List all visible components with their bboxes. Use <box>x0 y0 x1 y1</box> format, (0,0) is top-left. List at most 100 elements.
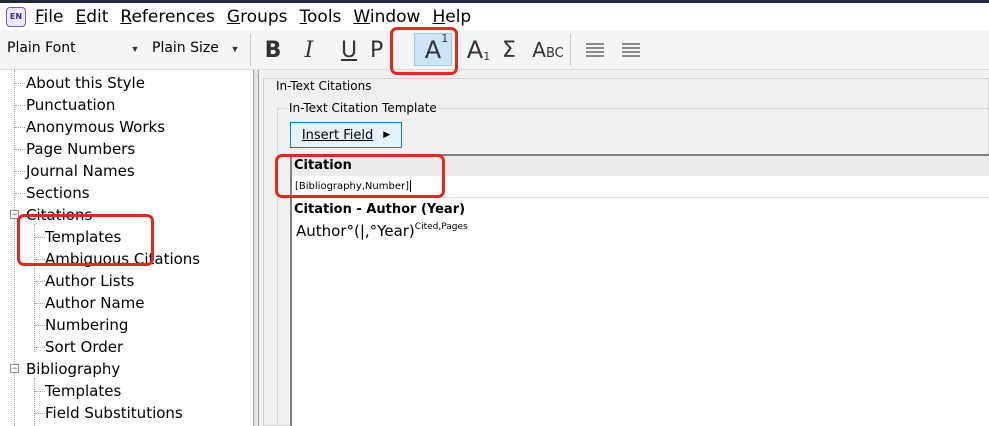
menu-file[interactable]: File <box>34 7 64 27</box>
small-caps-icon-big: A <box>532 38 546 62</box>
tree-item-citations-templates[interactable]: Templates <box>45 227 121 247</box>
insert-field-label: Insert Field <box>301 127 374 143</box>
citation-author-year-label: Citation - Author (Year) <box>294 202 466 217</box>
font-select-dropdown-icon[interactable]: ▼ <box>128 42 142 56</box>
menu-window-key: W <box>353 6 370 27</box>
subscript-icon-base: A <box>466 36 484 64</box>
tree-item-journal-names[interactable]: Journal Names <box>26 161 135 181</box>
plain-button[interactable]: P <box>370 35 390 65</box>
superscript-icon: A1 <box>424 32 448 64</box>
tree-line <box>34 378 35 426</box>
menu-window[interactable]: Window <box>352 7 421 27</box>
menu-edit-key: E <box>75 6 87 27</box>
text-caret <box>410 180 412 192</box>
tree-item-bibliography-templates[interactable]: Templates <box>45 381 121 401</box>
italic-button[interactable]: I <box>294 35 324 65</box>
app-icon-text: EN <box>9 12 23 21</box>
tree-item-field-substitutions[interactable]: Field Substitutions <box>45 403 183 423</box>
insert-field-button[interactable]: Insert Field ▶ <box>290 122 402 148</box>
size-select[interactable]: Plain Size <box>152 40 219 60</box>
tree-line <box>15 193 25 194</box>
menu-bar: EN File Edit References Groups Tools Win… <box>0 3 989 30</box>
superscript-icon-mark: 1 <box>441 31 449 45</box>
font-select[interactable]: Plain Font <box>7 40 76 60</box>
small-caps-icon: ABC <box>532 38 563 62</box>
tree-line <box>15 149 25 150</box>
tree-item-about-style[interactable]: About this Style <box>26 73 145 93</box>
menu-groups-key: G <box>226 6 241 27</box>
small-caps-button[interactable]: ABC <box>530 35 566 65</box>
superscript-icon-base: A <box>424 35 442 64</box>
superscript-button[interactable]: A1 <box>414 32 452 66</box>
menu-tools[interactable]: Tools <box>299 7 343 27</box>
menu-references-rest: eferences <box>131 6 215 27</box>
tree-item-sections[interactable]: Sections <box>26 183 90 203</box>
subscript-button[interactable]: A1 <box>460 35 490 65</box>
menu-file-key: F <box>35 6 44 27</box>
menu-help-key: H <box>432 6 446 27</box>
toolbar-separator <box>250 34 251 66</box>
tree-item-punctuation[interactable]: Punctuation <box>26 95 115 115</box>
menu-tools-rest: ools <box>307 6 342 27</box>
menu-edit-rest: dit <box>86 6 109 27</box>
tree-item-bibliography[interactable]: Bibliography <box>26 359 120 379</box>
menu-groups-rest: roups <box>240 6 288 27</box>
template-editor[interactable]: Citation [Bibliography,Number] Citation … <box>290 154 989 426</box>
tree-item-anonymous-works[interactable]: Anonymous Works <box>26 117 165 137</box>
template-editor-panel: In-Text Citations In-Text Citation Templ… <box>259 70 989 426</box>
tree-item-author-name[interactable]: Author Name <box>45 293 145 313</box>
tree-line <box>15 105 25 106</box>
style-tree-panel: About this Style Punctuation Anonymous W… <box>0 70 254 426</box>
tree-line <box>35 325 45 326</box>
menu-edit[interactable]: Edit <box>74 7 109 27</box>
collapse-citations-icon[interactable]: − <box>10 210 19 219</box>
tree-line <box>15 83 25 84</box>
collapse-bibliography-icon[interactable]: − <box>10 364 19 373</box>
tree-item-sort-order[interactable]: Sort Order <box>45 337 123 357</box>
menu-file-rest: ile <box>43 6 64 27</box>
tree-line <box>35 259 45 260</box>
citation-author-year-superscript: Cited,Pages <box>414 222 468 232</box>
align-left-icon <box>586 43 604 57</box>
tree-line <box>35 347 45 348</box>
menu-tools-key: T <box>299 6 308 27</box>
justify-button[interactable] <box>616 35 646 65</box>
menu-references[interactable]: References <box>119 7 215 27</box>
tree-line <box>35 281 45 282</box>
citation-template-field[interactable]: [Bibliography,Number] <box>295 180 412 192</box>
citation-label: Citation <box>294 158 352 173</box>
tree-item-numbering[interactable]: Numbering <box>45 315 128 335</box>
subscript-icon: A1 <box>466 36 490 64</box>
menu-references-key: R <box>120 6 132 27</box>
tree-line <box>35 413 45 414</box>
in-text-citations-title: In-Text Citations <box>274 79 374 93</box>
tree-line <box>35 303 45 304</box>
submenu-arrow-icon: ▶ <box>383 130 391 140</box>
tree-item-ambiguous-citations[interactable]: Ambiguous Citations <box>45 249 200 269</box>
toolbar-separator <box>570 34 571 66</box>
menu-help[interactable]: Help <box>431 7 472 27</box>
symbol-button[interactable]: Σ <box>494 35 524 65</box>
toolbar-separator <box>392 34 393 66</box>
tree-line <box>34 224 35 352</box>
tree-item-author-lists[interactable]: Author Lists <box>45 271 134 291</box>
menu-groups[interactable]: Groups <box>226 7 289 27</box>
tree-line <box>35 391 45 392</box>
menu-window-rest: indow <box>369 6 421 27</box>
justify-icon <box>622 43 640 57</box>
tree-line <box>35 237 45 238</box>
small-caps-icon-small: BC <box>545 46 564 61</box>
format-toolbar: Plain Font ▼ Plain Size ▼ B I U P A1 A1 … <box>0 30 989 70</box>
citation-author-year-template[interactable]: Author°(|,°Year)Cited,Pages <box>296 222 468 240</box>
bold-button[interactable]: B <box>258 35 288 65</box>
tree-item-page-numbers[interactable]: Page Numbers <box>26 139 135 159</box>
subscript-icon-mark: 1 <box>483 50 491 63</box>
tree-line <box>15 127 25 128</box>
tree-item-citations[interactable]: Citations <box>26 205 92 225</box>
endnote-app-icon[interactable]: EN <box>6 6 26 27</box>
align-left-button[interactable] <box>580 35 610 65</box>
underline-button[interactable]: U <box>334 35 364 65</box>
citation-author-year-text: Author°(|,°Year) <box>296 222 415 240</box>
size-select-dropdown-icon[interactable]: ▼ <box>228 42 242 56</box>
tree-line <box>15 171 25 172</box>
